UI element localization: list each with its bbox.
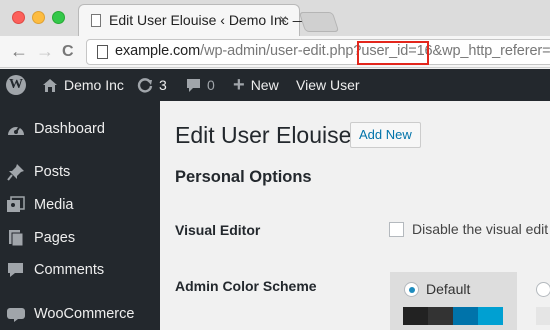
main-content: Edit User Elouise Add New Personal Optio… [160, 101, 550, 330]
updates-icon [137, 78, 153, 93]
address-bar-row: ← → C example.com/wp-admin/user-edit.php… [0, 36, 550, 68]
color-swatch [428, 307, 453, 325]
sidebar-item-dashboard[interactable]: Dashboard [0, 114, 160, 144]
maximize-window-button[interactable] [52, 11, 65, 24]
tab-close-icon[interactable]: × [279, 11, 287, 27]
sidebar-item-posts[interactable]: Posts [0, 157, 160, 187]
pages-icon [9, 230, 24, 247]
url-input[interactable]: example.com/wp-admin/user-edit.php?user_… [86, 39, 550, 65]
visual-editor-label: Visual Editor [175, 222, 261, 238]
color-swatch [478, 307, 503, 325]
page-info-icon [97, 45, 108, 59]
color-swatch [403, 307, 428, 325]
wp-admin-bar: W Demo Inc 3 0 + New View User [0, 69, 550, 101]
add-new-button[interactable]: Add New [350, 122, 421, 148]
updates-link[interactable]: 3 [137, 77, 167, 93]
back-icon[interactable]: ← [10, 41, 28, 62]
sidebar-item-label: WooCommerce [34, 306, 135, 322]
default-scheme-radio[interactable] [404, 282, 419, 297]
page-title: Edit User Elouise [175, 122, 352, 148]
color-swatch [453, 307, 478, 325]
tab-title: Edit User Elouise ‹ Demo Inc — [109, 12, 307, 28]
url-highlight-box [357, 41, 429, 65]
color-scheme-label: Admin Color Scheme [175, 278, 317, 294]
close-window-button[interactable] [12, 11, 25, 24]
updates-count: 3 [159, 77, 167, 93]
sidebar-item-label: Media [34, 197, 74, 213]
woocommerce-icon [7, 308, 25, 322]
comments-link[interactable]: 0 [186, 77, 215, 93]
checkbox-label[interactable]: Disable the visual edit [412, 221, 548, 237]
sidebar-item-comments[interactable]: Comments [0, 255, 160, 285]
sidebar-item-label: Posts [34, 164, 71, 180]
reload-icon[interactable]: C [62, 43, 74, 61]
next-scheme-radio[interactable] [536, 282, 550, 297]
comments-count: 0 [207, 77, 215, 93]
forward-icon[interactable]: → [36, 41, 54, 62]
sidebar-item-media[interactable]: Media [0, 190, 160, 220]
color-scheme-default[interactable]: Default [390, 272, 517, 330]
sidebar-item-label: Comments [34, 262, 105, 278]
view-user-label: View User [296, 77, 360, 93]
comment-bubble-icon [187, 78, 200, 92]
browser-tab-strip: Edit User Elouise ‹ Demo Inc — × [0, 0, 550, 36]
browser-tab[interactable]: Edit User Elouise ‹ Demo Inc — × [78, 4, 307, 36]
sidebar-item-woocommerce[interactable]: WooCommerce [0, 299, 160, 329]
admin-sidebar: Dashboard Posts Media Pages Comments Woo… [0, 101, 160, 330]
new-tab-button[interactable] [298, 12, 340, 32]
next-scheme-swatch [536, 307, 550, 325]
plus-icon: + [233, 74, 245, 96]
sidebar-item-label: Dashboard [34, 121, 105, 137]
page-icon [91, 14, 101, 27]
home-icon [43, 78, 57, 92]
pin-icon [7, 164, 24, 181]
view-user-link[interactable]: View User [296, 77, 360, 93]
disable-visual-editor-checkbox[interactable] [389, 222, 404, 237]
url-text: example.com/wp-admin/user-edit.php?user_… [115, 43, 550, 59]
minimize-window-button[interactable] [32, 11, 45, 24]
default-scheme-label: Default [426, 281, 471, 297]
media-icon [7, 196, 25, 212]
wordpress-logo-icon[interactable]: W [6, 75, 26, 95]
sidebar-item-label: Pages [34, 230, 76, 246]
comments-icon [8, 263, 23, 277]
sidebar-item-pages[interactable]: Pages [0, 223, 160, 253]
dashboard-icon [8, 125, 24, 135]
default-scheme-swatches [403, 307, 503, 325]
section-title: Personal Options [175, 168, 312, 186]
url-host: example.com [115, 43, 201, 59]
new-content-link[interactable]: + New [233, 74, 279, 96]
new-label: New [250, 77, 279, 93]
site-name-link[interactable]: Demo Inc [42, 77, 124, 93]
site-name: Demo Inc [64, 77, 124, 93]
